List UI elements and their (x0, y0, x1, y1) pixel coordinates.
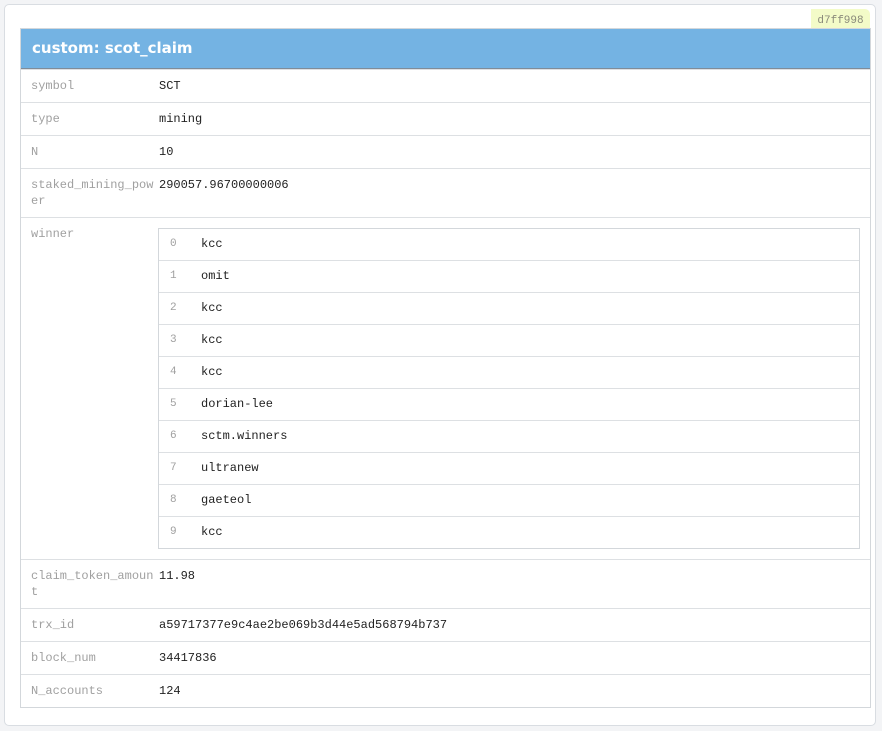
winner-account: omit (201, 269, 230, 283)
field-key: claim_token_amount (31, 569, 154, 599)
winner-index: 4 (170, 366, 177, 378)
winner-account: kcc (201, 333, 223, 347)
field-value: 34417836 (159, 651, 217, 665)
field-row-n: N 10 (21, 135, 870, 168)
winner-list-item: 6 sctm.winners (159, 420, 859, 452)
field-row-staked-mining-power: staked_mining_power 290057.96700000006 (21, 168, 870, 217)
field-key: staked_mining_power (31, 178, 154, 208)
winner-account: kcc (201, 365, 223, 379)
winner-list-item: 1 omit (159, 260, 859, 292)
winner-list-item: 0 kcc (159, 229, 859, 260)
field-value: 290057.96700000006 (159, 178, 289, 192)
field-key: trx_id (31, 618, 75, 632)
field-value: SCT (159, 79, 181, 93)
field-key: winner (31, 227, 75, 241)
winner-index: 6 (170, 430, 177, 442)
field-row-type: type mining (21, 102, 870, 135)
winner-index: 1 (170, 270, 177, 282)
field-row-n-accounts: N_accounts 124 (21, 674, 870, 707)
winner-account: gaeteol (201, 493, 252, 507)
winner-index: 5 (170, 398, 177, 410)
winner-list-item: 7 ultranew (159, 452, 859, 484)
winner-index: 2 (170, 302, 177, 314)
field-key: N (31, 145, 39, 159)
winner-index: 9 (170, 526, 177, 538)
field-row-symbol: symbol SCT (21, 69, 870, 102)
field-key: type (31, 112, 60, 126)
winner-list-item: 5 dorian-lee (159, 388, 859, 420)
winner-account: kcc (201, 525, 223, 539)
winner-index: 8 (170, 494, 177, 506)
winner-list-item: 4 kcc (159, 356, 859, 388)
field-value: mining (159, 112, 203, 126)
operation-title: custom: scot_claim (21, 29, 870, 69)
winner-account: dorian-lee (201, 397, 274, 411)
winner-list-item: 8 gaeteol (159, 484, 859, 516)
winner-list-item: 9 kcc (159, 516, 859, 548)
field-key: N_accounts (31, 684, 104, 698)
field-value: 10 (159, 145, 174, 159)
field-row-trx-id: trx_id a59717377e9c4ae2be069b3d44e5ad5687… (21, 608, 870, 641)
field-value: a59717377e9c4ae2be069b3d44e5ad568794b737 (159, 618, 448, 632)
field-value: 124 (159, 684, 181, 698)
operation-card: d7ff998 custom: scot_claim symbol SCT typ… (4, 4, 876, 726)
field-row-winner: winner 0 kcc 1 omit 2 kcc 3 kcc 4 kcc 5 dorian-lee 6… (21, 217, 870, 559)
winner-list: 0 kcc 1 omit 2 kcc 3 kcc 4 kcc 5 dorian-lee 6 sctm.wi… (158, 228, 860, 549)
winner-list-item: 2 kcc (159, 292, 859, 324)
operation-table: custom: scot_claim symbol SCT type mining … (20, 28, 871, 708)
field-value: 0 kcc 1 omit 2 kcc 3 kcc 4 kcc 5 dorian-lee 6 sctm.wi… (158, 218, 870, 559)
winner-account: kcc (201, 301, 223, 315)
field-key: symbol (31, 79, 75, 93)
winner-account: sctm.winners (201, 429, 288, 443)
field-row-claim-token-amount: claim_token_amount 11.98 (21, 559, 870, 608)
winner-index: 0 (170, 238, 177, 250)
field-value: 11.98 (159, 569, 196, 583)
winner-list-item: 3 kcc (159, 324, 859, 356)
winner-index: 3 (170, 334, 177, 346)
winner-account: ultranew (201, 461, 259, 475)
winner-account: kcc (201, 237, 223, 251)
field-key: block_num (31, 651, 96, 665)
field-row-block-num: block_num 34417836 (21, 641, 870, 674)
winner-index: 7 (170, 462, 177, 474)
